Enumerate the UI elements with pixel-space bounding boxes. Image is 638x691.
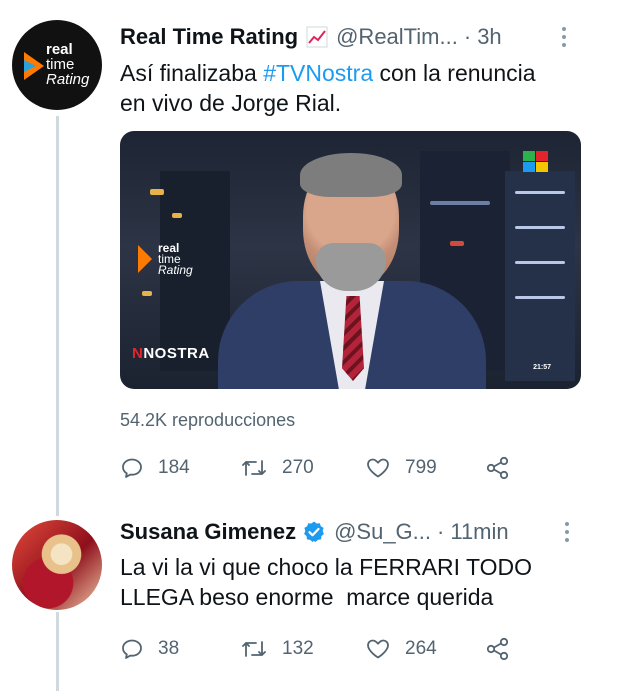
- like-count: 799: [405, 457, 437, 478]
- retweet-icon: [242, 641, 266, 657]
- retweet-count: 270: [282, 457, 314, 478]
- retweet-count: 132: [282, 638, 314, 659]
- share-button[interactable]: [485, 636, 511, 662]
- avatar[interactable]: real time Rating: [12, 20, 102, 110]
- reply-button[interactable]: 184: [120, 456, 240, 480]
- tweet-text-part: Así finalizaba: [120, 60, 264, 86]
- city-light: [515, 191, 565, 194]
- city-light: [430, 201, 490, 205]
- display-name[interactable]: Susana Gimenez: [120, 519, 296, 545]
- tweet-text-part: en vivo de Jorge Rial.: [120, 90, 342, 116]
- city-light: [450, 241, 464, 246]
- thread-connector-line: [56, 116, 59, 516]
- retweet-button[interactable]: 132: [240, 637, 365, 661]
- tweet-timestamp[interactable]: 3h: [477, 24, 501, 50]
- reply-button[interactable]: 38: [120, 637, 240, 661]
- hashtag-link[interactable]: #TVNostra: [263, 60, 373, 86]
- share-button[interactable]: [485, 455, 511, 481]
- video-player[interactable]: real time Rating NNOSTRA 21:57: [120, 131, 581, 389]
- city-light: [150, 189, 164, 195]
- brand-triangle-icon: [24, 52, 44, 80]
- tweet-text-part: La vi la vi que choco la FERRARI TODO: [120, 554, 533, 580]
- show-label-text: NOSTRA: [143, 345, 210, 362]
- tweet-actions: 184 270 799: [120, 455, 511, 481]
- avatar-text-line: time: [46, 56, 75, 73]
- tweet-actions: 38 132 264: [120, 636, 511, 662]
- reply-count: 38: [158, 638, 180, 659]
- separator-dot: ·: [463, 24, 472, 49]
- tweet-header: Susana Gimenez @Su_G... · 11min: [120, 519, 509, 545]
- reply-icon: [122, 639, 142, 659]
- more-icon[interactable]: [560, 26, 568, 48]
- avatar[interactable]: [12, 520, 102, 610]
- more-icon[interactable]: [563, 521, 571, 543]
- chart-emoji-icon: [306, 26, 328, 48]
- thread-connector-line-lower: [56, 612, 59, 691]
- user-handle[interactable]: @RealTim...: [336, 24, 458, 50]
- channel-logo-icon: [523, 151, 551, 175]
- verified-icon: [302, 520, 326, 544]
- separator-dot: ·: [437, 519, 445, 544]
- city-light: [515, 226, 565, 229]
- watermark-triangle-icon: [138, 245, 152, 273]
- like-button[interactable]: 799: [365, 456, 485, 480]
- like-icon: [367, 639, 389, 659]
- reply-count: 184: [158, 457, 190, 478]
- tweet-text-part: con la renuncia: [373, 60, 536, 86]
- city-light: [172, 213, 182, 218]
- retweet-button[interactable]: 270: [240, 456, 365, 480]
- user-handle[interactable]: @Su_G...: [334, 519, 431, 545]
- background-building: [505, 171, 575, 381]
- watermark-text: Rating: [158, 263, 193, 277]
- view-count: 54.2K reproducciones: [120, 410, 296, 430]
- retweet-icon: [242, 460, 266, 476]
- city-light: [142, 291, 152, 296]
- like-button[interactable]: 264: [365, 637, 485, 661]
- city-light: [515, 261, 565, 264]
- city-light: [515, 296, 565, 299]
- share-icon: [486, 637, 509, 661]
- avatar-text-line: real: [46, 41, 73, 58]
- share-icon: [486, 456, 509, 480]
- presenter-hair: [300, 153, 402, 197]
- tweet-text: La vi la vi que choco la FERRARI TODO LL…: [120, 552, 532, 612]
- show-label: NNOSTRA: [132, 345, 210, 362]
- tweet-header: Real Time Rating @RealTim... · 3h: [120, 24, 502, 50]
- show-label-prefix: N: [132, 345, 144, 362]
- reply-icon: [122, 458, 142, 478]
- broadcast-clock: 21:57: [533, 364, 551, 371]
- tweet-text: Así finalizaba #TVNostra con la renuncia…: [120, 58, 536, 118]
- tweet-text-part: LLEGA beso enorme marce querida: [120, 584, 494, 610]
- like-count: 264: [405, 638, 437, 659]
- tweet-timestamp[interactable]: 11min: [450, 519, 508, 545]
- avatar-text-line: Rating: [46, 71, 90, 88]
- like-icon: [367, 458, 389, 478]
- display-name[interactable]: Real Time Rating: [120, 24, 298, 50]
